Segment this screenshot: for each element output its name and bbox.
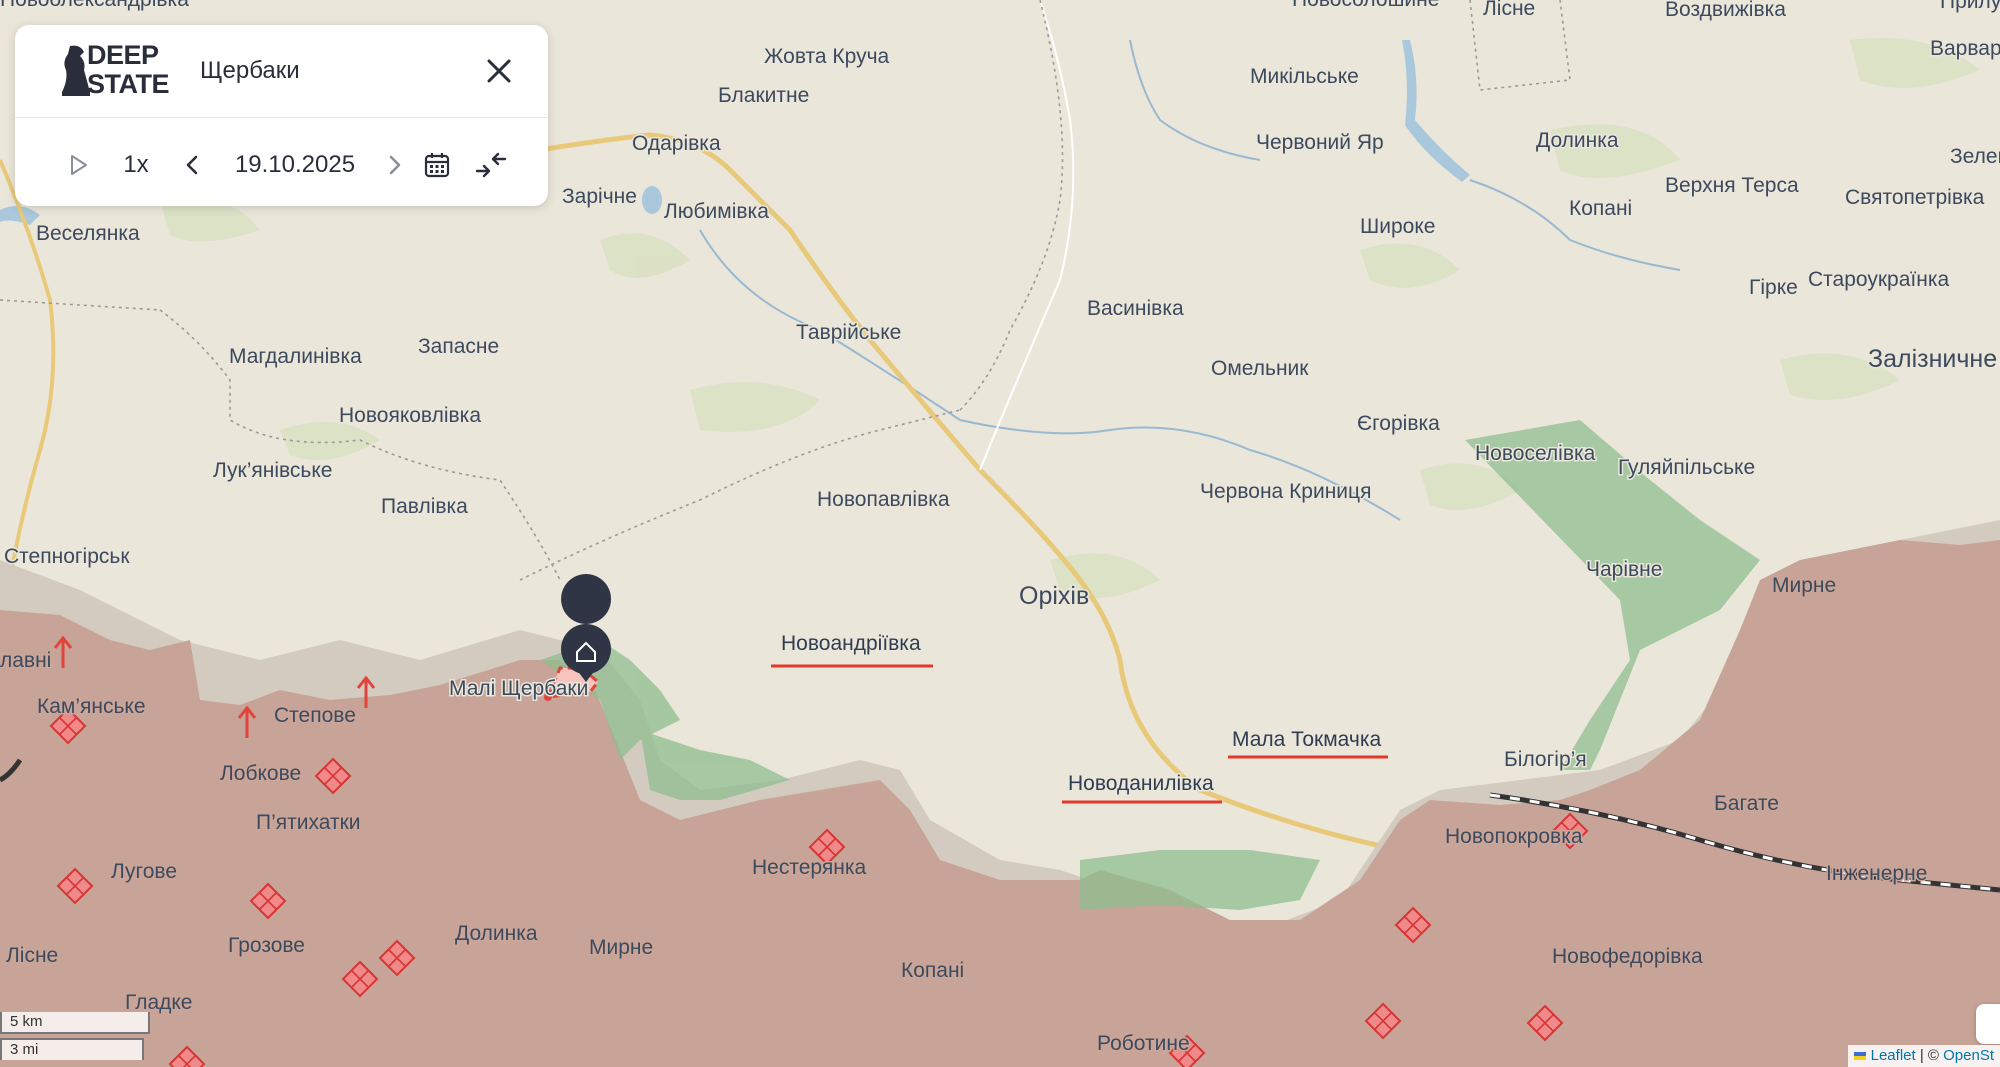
compare-button[interactable] — [466, 145, 516, 185]
brand-line-2: STATE — [87, 69, 170, 99]
place-label: Васинівка — [1087, 297, 1184, 320]
place-label: Варвар — [1930, 37, 2000, 60]
place-label: Лісне — [6, 944, 58, 967]
place-label: Широке — [1360, 215, 1435, 238]
place-label: Долинка — [1536, 129, 1619, 152]
scale-mi: 3 mi — [0, 1038, 144, 1060]
place-label: Багате — [1714, 792, 1779, 815]
place-label: Копані — [901, 959, 964, 982]
place-label: Степногірськ — [4, 545, 130, 568]
place-label: Єгорівка — [1357, 412, 1440, 435]
place-label: Гуляйпільське — [1618, 456, 1755, 479]
place-label: Новосолошине — [1292, 0, 1439, 11]
scale-km: 5 km — [0, 1012, 150, 1034]
attribution: Leaflet | © OpenSt — [1848, 1045, 2000, 1067]
osm-link[interactable]: OpenSt — [1943, 1047, 1994, 1064]
panel-header: DEEP STATE Щербаки — [15, 25, 548, 118]
place-label: Чарівне — [1586, 558, 1662, 581]
place-label: Лобкове — [220, 762, 301, 785]
place-label: Копані — [1569, 197, 1632, 220]
place-label: Запасне — [418, 335, 499, 358]
place-label: Інженерне — [1826, 862, 1927, 885]
place-label: Блакитне — [718, 84, 809, 107]
place-label: Омельник — [1211, 357, 1309, 380]
place-label: Гірке — [1749, 276, 1798, 299]
place-label: Прилуж — [1940, 0, 2000, 13]
place-label: Новояковлівка — [339, 404, 481, 427]
play-button[interactable] — [59, 145, 99, 185]
chevron-right-icon — [389, 155, 401, 175]
place-label: Воздвижівка — [1665, 0, 1786, 21]
speed-button[interactable]: 1x — [111, 145, 161, 185]
place-label: Новофедорівка — [1552, 945, 1703, 968]
place-label: Мирне — [589, 936, 653, 959]
place-label: Новоданилівка — [1068, 772, 1214, 795]
compress-icon — [475, 152, 507, 178]
place-label: Новопокровка — [1445, 825, 1583, 848]
place-label: Грозове — [228, 934, 305, 957]
place-label: Святопетрівка — [1845, 186, 1985, 209]
place-label: Білогір’я — [1504, 748, 1587, 771]
play-icon — [71, 155, 87, 175]
prev-date-button[interactable] — [172, 145, 212, 185]
place-label: Одарівка — [632, 132, 721, 155]
calendar-button[interactable] — [412, 145, 462, 185]
brand-line-1: DEEP — [87, 40, 159, 70]
place-label: Нестерянка — [752, 856, 866, 879]
place-label: Лісне — [1483, 0, 1535, 20]
place-label: Зарічне — [562, 185, 637, 208]
place-label: Гладке — [125, 991, 192, 1014]
place-label: Жовта Круча — [764, 45, 890, 68]
calendar-icon — [424, 153, 450, 178]
location-title: Щербаки — [200, 57, 300, 84]
control-panel: DEEP STATE Щербаки 1x 19.10.2025 — [15, 25, 548, 206]
leaflet-link[interactable]: Leaflet — [1871, 1047, 1916, 1064]
place-label: Веселянка — [36, 222, 140, 245]
place-label: Новоандріївка — [781, 632, 921, 655]
place-label: Малі Щербаки — [449, 677, 588, 700]
place-label: Роботине — [1097, 1032, 1190, 1055]
place-label: Лук’янівське — [213, 459, 332, 482]
place-label: Новоолександрівка — [0, 0, 189, 11]
next-date-button[interactable] — [375, 145, 415, 185]
ukraine-flag-icon — [1854, 1052, 1867, 1061]
place-label: Червоний Яр — [1256, 131, 1384, 154]
place-label: Кам’янське — [37, 695, 146, 718]
place-label: Червона Криниця — [1200, 480, 1371, 503]
place-label: Залізничне — [1868, 345, 1997, 373]
place-label: Микільське — [1250, 65, 1359, 88]
place-label: Новопавлівка — [817, 488, 950, 511]
place-label: Мирне — [1772, 574, 1836, 597]
close-icon[interactable] — [482, 54, 516, 88]
place-label: Таврійське — [796, 321, 901, 344]
place-label: Магдалинівка — [229, 345, 362, 368]
place-label: Лугове — [111, 860, 177, 883]
place-label: Мала Токмачка — [1232, 728, 1381, 751]
place-label: Зелен — [1950, 145, 2000, 168]
place-label: Староукраїнка — [1808, 268, 1949, 291]
place-label: Павлівка — [381, 495, 468, 518]
map-control-button[interactable] — [1976, 1004, 2000, 1044]
place-label: Долинка — [455, 922, 538, 945]
place-label: Любимівка — [664, 200, 769, 223]
brand-name: DEEP STATE — [87, 40, 170, 99]
current-date[interactable]: 19.10.2025 — [215, 145, 375, 185]
place-label: Верхня Терса — [1665, 174, 1799, 197]
place-label: Новоселівка — [1475, 442, 1596, 465]
place-label: Степове — [274, 704, 356, 727]
attribution-separator: | © — [1915, 1047, 1944, 1064]
chevron-left-icon — [186, 155, 198, 175]
place-label: Оріхів — [1019, 582, 1089, 610]
place-label: П’ятихатки — [256, 811, 361, 834]
place-label: лавні — [0, 649, 51, 672]
